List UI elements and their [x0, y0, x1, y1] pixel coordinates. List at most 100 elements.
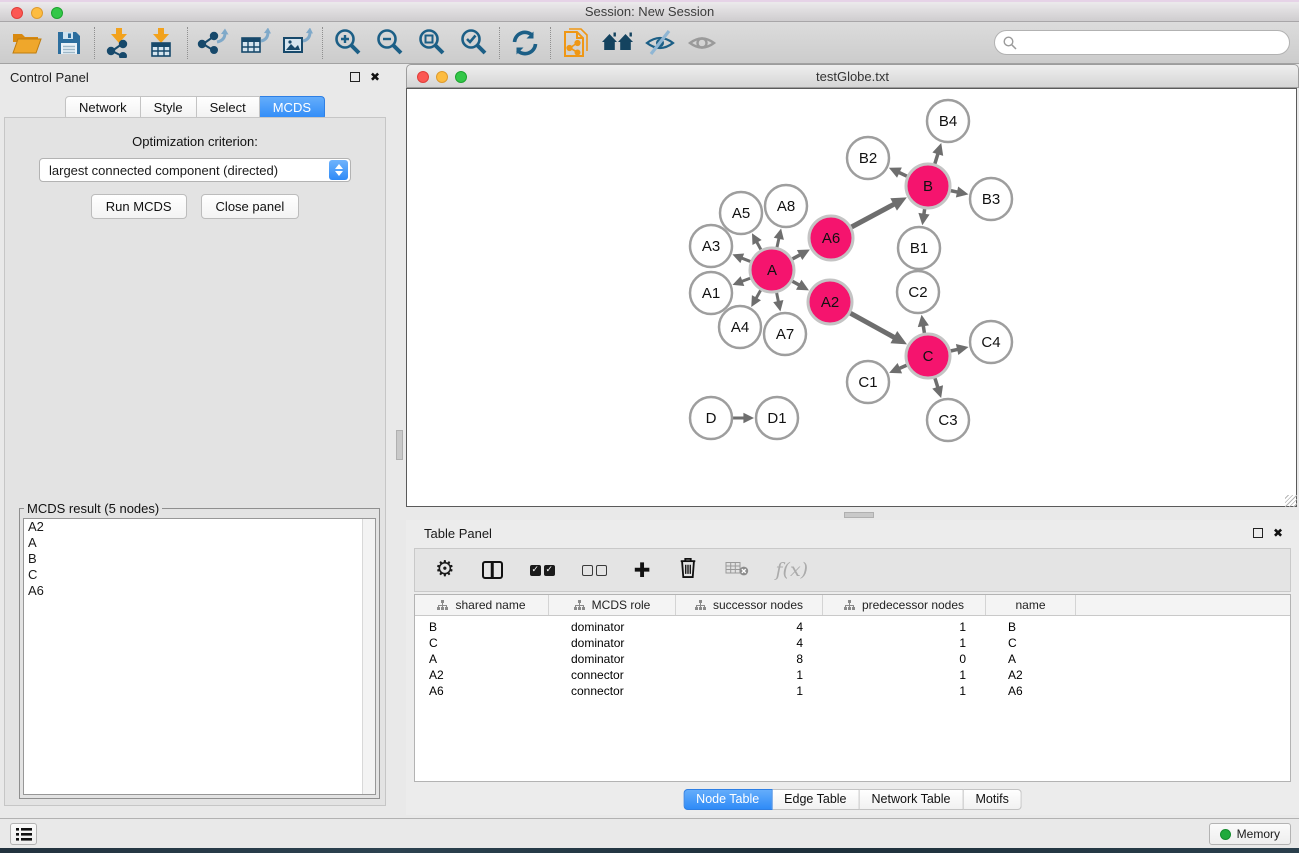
network-canvas[interactable]: B4B2BB3A8A5A6A3B1AC2A1A2A4A7C4CC1C3DD1	[406, 88, 1297, 507]
graph-node-A8[interactable]: A8	[765, 185, 807, 227]
export-image-button[interactable]	[276, 25, 318, 61]
save-session-button[interactable]	[48, 25, 90, 61]
graph-node-A1[interactable]: A1	[690, 272, 732, 314]
tab-edge-table[interactable]: Edge Table	[772, 789, 859, 810]
graph-node-D1[interactable]: D1	[756, 397, 798, 439]
graph-edge-A-A1[interactable]	[742, 278, 751, 281]
column-header-shared-name[interactable]: shared name	[415, 595, 549, 615]
zoom-selected-button[interactable]	[453, 25, 495, 61]
delete-columns-icon[interactable]	[678, 556, 698, 584]
graph-edge-A-A3[interactable]	[741, 258, 750, 262]
graph-edge-A6-B[interactable]	[851, 204, 894, 227]
column-header-successor-nodes[interactable]: successor nodes	[676, 595, 823, 615]
network-from-file-button[interactable]	[555, 25, 597, 61]
graph-node-C[interactable]: C	[906, 334, 950, 378]
graph-node-C1[interactable]: C1	[847, 361, 889, 403]
network-window-controls[interactable]	[417, 71, 467, 83]
hide-graphics-details-button[interactable]	[639, 25, 681, 61]
graph-node-A7[interactable]: A7	[764, 313, 806, 355]
graph-edge-C-C3[interactable]	[935, 378, 938, 388]
table-row[interactable]: A2connector11A2	[415, 667, 1290, 683]
search-input[interactable]	[1017, 35, 1289, 50]
graph-node-C2[interactable]: C2	[897, 271, 939, 313]
import-table-button[interactable]	[141, 25, 183, 61]
mcds-result-item[interactable]: A	[24, 535, 375, 551]
graph-node-B[interactable]: B	[906, 164, 950, 208]
graph-node-B1[interactable]: B1	[898, 227, 940, 269]
graph-edge-B-B4[interactable]	[935, 153, 938, 164]
minimize-network-button[interactable]	[436, 71, 448, 83]
open-file-button[interactable]	[6, 25, 48, 61]
table-row[interactable]: Bdominator41B	[415, 619, 1290, 635]
tab-network-table[interactable]: Network Table	[860, 789, 964, 810]
graph-node-D[interactable]: D	[690, 397, 732, 439]
run-mcds-button[interactable]: Run MCDS	[91, 194, 187, 219]
zoom-network-button[interactable]	[455, 71, 467, 83]
graph-node-A6[interactable]: A6	[809, 216, 853, 260]
graph-node-C4[interactable]: C4	[970, 321, 1012, 363]
close-panel-icon[interactable]: ✖	[370, 70, 380, 84]
close-table-panel-icon[interactable]: ✖	[1273, 526, 1283, 540]
graph-edge-B-B2[interactable]	[899, 172, 908, 176]
close-network-button[interactable]	[417, 71, 429, 83]
zoom-in-button[interactable]	[327, 25, 369, 61]
select-all-checkboxes-icon[interactable]: ✓ ✓	[530, 565, 555, 576]
graph-node-A3[interactable]: A3	[690, 225, 732, 267]
export-network-button[interactable]	[192, 25, 234, 61]
graph-edge-C-C2[interactable]	[923, 325, 924, 333]
zoom-fit-button[interactable]	[411, 25, 453, 61]
graph-edge-A-A2[interactable]	[792, 281, 799, 285]
window-resize-grip[interactable]	[1285, 495, 1297, 507]
show-graphics-details-button[interactable]	[681, 25, 723, 61]
column-header-predecessor-nodes[interactable]: predecessor nodes	[823, 595, 986, 615]
show-tasks-button[interactable]	[10, 823, 37, 845]
zoom-window-button[interactable]	[51, 7, 63, 19]
graph-node-A[interactable]: A	[750, 248, 794, 292]
graph-node-B2[interactable]: B2	[847, 137, 889, 179]
column-layout-icon[interactable]	[482, 561, 503, 579]
search-field[interactable]	[994, 30, 1290, 55]
graph-edge-A-A7[interactable]	[777, 293, 779, 303]
close-window-button[interactable]	[11, 7, 23, 19]
table-row[interactable]: Adominator80A	[415, 651, 1290, 667]
result-list-scrollbar[interactable]	[362, 519, 375, 794]
refresh-view-button[interactable]	[504, 25, 546, 61]
function-builder-icon[interactable]: f(x)	[776, 559, 809, 581]
graph-edge-A-A4[interactable]	[756, 290, 761, 299]
export-table-button[interactable]	[234, 25, 276, 61]
graph-node-B3[interactable]: B3	[970, 178, 1012, 220]
close-panel-button[interactable]: Close panel	[201, 194, 300, 219]
mcds-result-item[interactable]: C	[24, 567, 375, 583]
add-column-icon[interactable]: ✚	[634, 560, 651, 580]
criterion-select[interactable]: largest connected component (directed)	[39, 158, 351, 182]
graph-edge-B-B3[interactable]	[951, 191, 958, 193]
float-panel-icon[interactable]	[350, 72, 360, 82]
column-header-MCDS-role[interactable]: MCDS role	[549, 595, 676, 615]
graph-node-A4[interactable]: A4	[719, 306, 761, 348]
graph-edge-C-C4[interactable]	[950, 349, 958, 351]
mcds-result-item[interactable]: B	[24, 551, 375, 567]
zoom-out-button[interactable]	[369, 25, 411, 61]
vertical-split-handle[interactable]	[396, 430, 403, 460]
horizontal-split-handle[interactable]	[844, 512, 874, 518]
table-row[interactable]: A6connector11A6	[415, 683, 1290, 699]
table-settings-gear-icon[interactable]: ⚙	[435, 559, 455, 581]
graph-edge-A2-C[interactable]	[850, 313, 895, 338]
graph-edge-A-A6[interactable]	[792, 255, 800, 259]
network-graph[interactable]: B4B2BB3A8A5A6A3B1AC2A1A2A4A7C4CC1C3DD1	[407, 89, 1298, 507]
memory-button[interactable]: Memory	[1209, 823, 1291, 845]
float-table-panel-icon[interactable]	[1253, 528, 1263, 538]
mcds-result-item[interactable]: A2	[24, 519, 375, 535]
graph-node-C3[interactable]: C3	[927, 399, 969, 441]
tab-motifs[interactable]: Motifs	[963, 789, 1021, 810]
mcds-result-item[interactable]: A6	[24, 583, 375, 599]
graph-edge-C-C1[interactable]	[899, 365, 907, 368]
tab-node-table[interactable]: Node Table	[683, 789, 772, 810]
table-row[interactable]: Cdominator41C	[415, 635, 1290, 651]
network-window-titlebar[interactable]: testGlobe.txt	[406, 64, 1299, 88]
minimize-window-button[interactable]	[31, 7, 43, 19]
deselect-all-checkboxes-icon[interactable]	[582, 565, 607, 576]
graph-node-A2[interactable]: A2	[808, 280, 852, 324]
column-header-name[interactable]: name	[986, 595, 1076, 615]
graph-node-A5[interactable]: A5	[720, 192, 762, 234]
